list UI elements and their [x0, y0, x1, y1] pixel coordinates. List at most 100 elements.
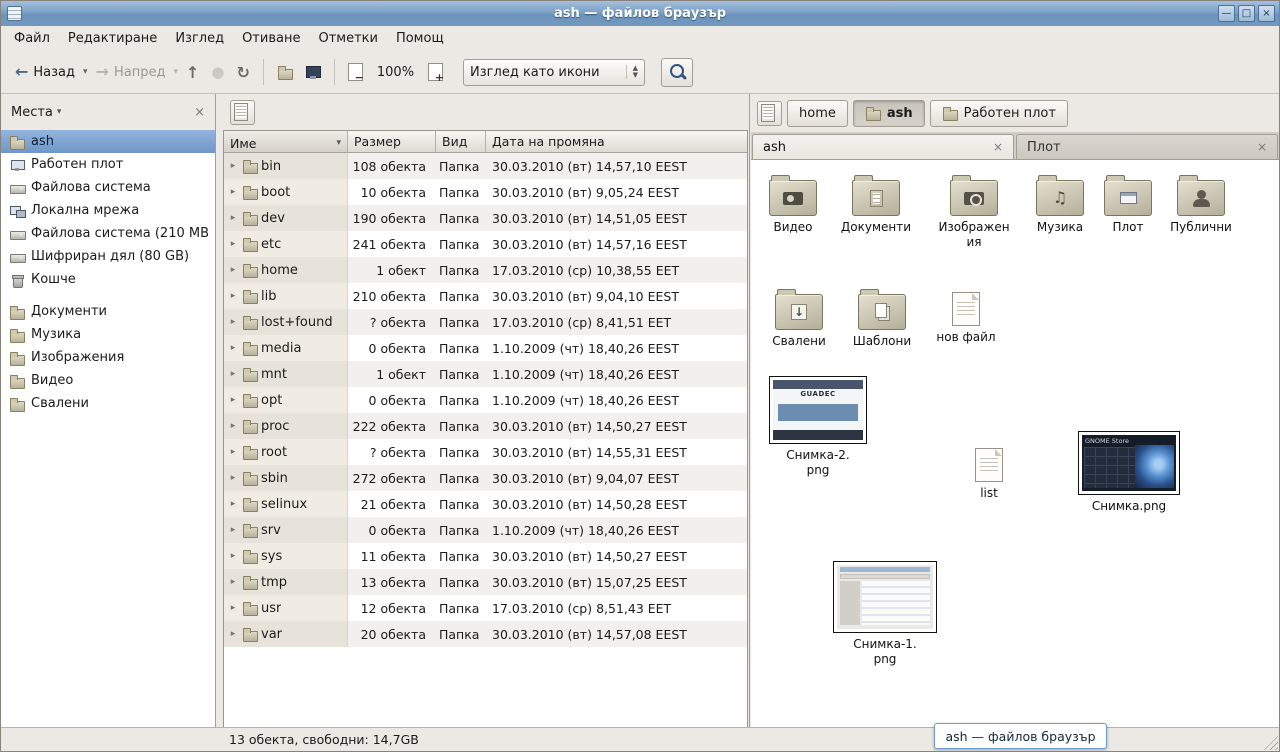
column-header-size[interactable]: Размер [348, 131, 436, 153]
file-photo[interactable]: GNOME Store Снимка.png [1074, 431, 1184, 514]
table-row[interactable]: ▸ root ? обекта Папка 30.03.2010 (вт) 14… [224, 439, 747, 465]
maximize-button[interactable]: □ [1238, 5, 1255, 22]
table-row[interactable]: ▸ usr 12 обекта Папка 17.03.2010 (ср) 8,… [224, 595, 747, 621]
table-row[interactable]: ▸ etc 241 обекта Папка 30.03.2010 (вт) 1… [224, 231, 747, 257]
table-row[interactable]: ▸ lost+found ? обекта Папка 17.03.2010 (… [224, 309, 747, 335]
table-row[interactable]: ▸ bin 108 обекта Папка 30.03.2010 (вт) 1… [224, 153, 747, 179]
location-toggle-button[interactable] [230, 100, 255, 125]
table-row[interactable]: ▸ boot 10 обекта Папка 30.03.2010 (вт) 9… [224, 179, 747, 205]
sidebar-close-icon[interactable]: × [194, 105, 205, 120]
expander-icon[interactable]: ▸ [227, 499, 239, 509]
reload-button[interactable]: ↻ [230, 59, 255, 86]
expander-icon[interactable]: ▸ [227, 447, 239, 457]
folder-documents[interactable]: Документи [834, 174, 918, 235]
breadcrumb-ash[interactable]: ash [853, 100, 925, 127]
expander-icon[interactable]: ▸ [227, 317, 239, 327]
expander-icon[interactable]: ▸ [227, 525, 239, 535]
folder-templates[interactable]: Шаблони [840, 288, 924, 349]
zoom-out-button[interactable]: − [342, 59, 369, 85]
chevron-down-icon[interactable]: ▾ [57, 107, 62, 117]
tab-ash[interactable]: ash × [752, 134, 1014, 159]
breadcrumb-desktop[interactable]: Работен плот [930, 100, 1068, 127]
expander-icon[interactable]: ▸ [227, 343, 239, 353]
menu-go[interactable]: Отиване [233, 28, 309, 49]
table-row[interactable]: ▸ media 0 обекта Папка 1.10.2009 (чт) 18… [224, 335, 747, 361]
sidebar-item[interactable]: Документи [1, 300, 215, 323]
path-root-button[interactable] [757, 101, 782, 126]
file-photo1[interactable]: Снимка-1. png [830, 561, 940, 667]
home-button[interactable] [271, 60, 299, 84]
column-header-date[interactable]: Дата на промяна [486, 131, 747, 153]
stop-button[interactable]: ● [205, 59, 230, 85]
back-button[interactable]: ← Назад [9, 59, 81, 85]
sidebar-item[interactable]: Работен плот [1, 153, 215, 176]
titlebar[interactable]: ash — файлов браузър — □ × [1, 1, 1279, 26]
table-row[interactable]: ▸ lib 210 обекта Папка 30.03.2010 (вт) 9… [224, 283, 747, 309]
table-row[interactable]: ▸ srv 0 обекта Папка 1.10.2009 (чт) 18,4… [224, 517, 747, 543]
close-button[interactable]: × [1258, 5, 1275, 22]
table-row[interactable]: ▸ sys 11 обекта Папка 30.03.2010 (вт) 14… [224, 543, 747, 569]
sidebar-item[interactable]: Свалени [1, 392, 215, 415]
expander-icon[interactable]: ▸ [227, 161, 239, 171]
sidebar-item[interactable]: Шифриран дял (80 GB) [1, 245, 215, 268]
minimize-button[interactable]: — [1218, 5, 1235, 22]
expander-icon[interactable]: ▸ [227, 395, 239, 405]
zoom-in-button[interactable]: + [422, 59, 449, 85]
expander-icon[interactable]: ▸ [227, 369, 239, 379]
expander-icon[interactable]: ▸ [227, 473, 239, 483]
expander-icon[interactable]: ▸ [227, 265, 239, 275]
forward-button[interactable]: → Напред [90, 59, 172, 85]
sidebar-item[interactable]: Музика [1, 323, 215, 346]
menu-help[interactable]: Помощ [387, 28, 453, 49]
menu-view[interactable]: Изглед [166, 28, 233, 49]
table-row[interactable]: ▸ proc 222 обекта Папка 30.03.2010 (вт) … [224, 413, 747, 439]
up-button[interactable]: ↑ [180, 59, 205, 86]
sidebar-item[interactable]: Изображения [1, 346, 215, 369]
table-row[interactable]: ▸ dev 190 обекта Папка 30.03.2010 (вт) 1… [224, 205, 747, 231]
sidebar-item[interactable]: Файлова система [1, 176, 215, 199]
folder-video[interactable]: Видео [751, 174, 835, 235]
expander-icon[interactable]: ▸ [227, 551, 239, 561]
expander-icon[interactable]: ▸ [227, 421, 239, 431]
view-mode-select[interactable]: Изглед като икони ▲▼ [463, 59, 645, 86]
computer-button[interactable] [299, 60, 327, 84]
sidebar-item[interactable]: Видео [1, 369, 215, 392]
sidebar-item[interactable]: ash [1, 130, 215, 153]
folder-pictures[interactable]: Изображен ия [932, 174, 1016, 250]
sidebar-item[interactable]: Кошче [1, 268, 215, 291]
table-row[interactable]: ▸ tmp 13 обекта Папка 30.03.2010 (вт) 15… [224, 569, 747, 595]
table-row[interactable]: ▸ mnt 1 обект Папка 1.10.2009 (чт) 18,40… [224, 361, 747, 387]
search-button[interactable] [661, 58, 693, 87]
menu-edit[interactable]: Редактиране [59, 28, 166, 49]
column-header-kind[interactable]: Вид [436, 131, 486, 153]
table-row[interactable]: ▸ opt 0 обекта Папка 1.10.2009 (чт) 18,4… [224, 387, 747, 413]
resize-grip[interactable] [1263, 735, 1278, 750]
sidebar-item[interactable]: Файлова система (210 MB) [1, 222, 215, 245]
expander-icon[interactable]: ▸ [227, 577, 239, 587]
expander-icon[interactable]: ▸ [227, 603, 239, 613]
folder-public[interactable]: Публични [1159, 174, 1243, 235]
window-list-tooltip[interactable]: ash — файлов браузър [934, 723, 1107, 749]
menu-file[interactable]: Файл [5, 28, 59, 49]
table-row[interactable]: ▸ home 1 обект Папка 17.03.2010 (ср) 10,… [224, 257, 747, 283]
file-new-file[interactable]: нов файл [924, 288, 1008, 345]
back-dropdown[interactable]: ▾ [81, 62, 90, 82]
expander-icon[interactable]: ▸ [227, 239, 239, 249]
folder-downloads[interactable]: ↓ Свалени [757, 288, 841, 349]
file-list[interactable]: list [947, 444, 1031, 501]
expander-icon[interactable]: ▸ [227, 187, 239, 197]
menu-bookmarks[interactable]: Отметки [309, 28, 386, 49]
expander-icon[interactable]: ▸ [227, 213, 239, 223]
expander-icon[interactable]: ▸ [227, 629, 239, 639]
table-row[interactable]: ▸ var 20 обекта Папка 30.03.2010 (вт) 14… [224, 621, 747, 647]
tab-close-icon[interactable]: × [993, 140, 1003, 154]
table-row[interactable]: ▸ sbin 272 обекта Папка 30.03.2010 (вт) … [224, 465, 747, 491]
sidebar-item[interactable]: Локална мрежа [1, 199, 215, 222]
breadcrumb-home[interactable]: home [787, 100, 848, 127]
expander-icon[interactable]: ▸ [227, 291, 239, 301]
icon-view[interactable]: Видео Документи Изображен ия ♫ Музика Пл… [751, 160, 1279, 727]
forward-dropdown[interactable]: ▾ [171, 62, 180, 82]
tab-close-icon[interactable]: × [1257, 140, 1267, 154]
folder-desktop[interactable]: Плот [1086, 174, 1170, 235]
file-photo2[interactable]: GUADEC Снимка-2. png [763, 376, 873, 478]
